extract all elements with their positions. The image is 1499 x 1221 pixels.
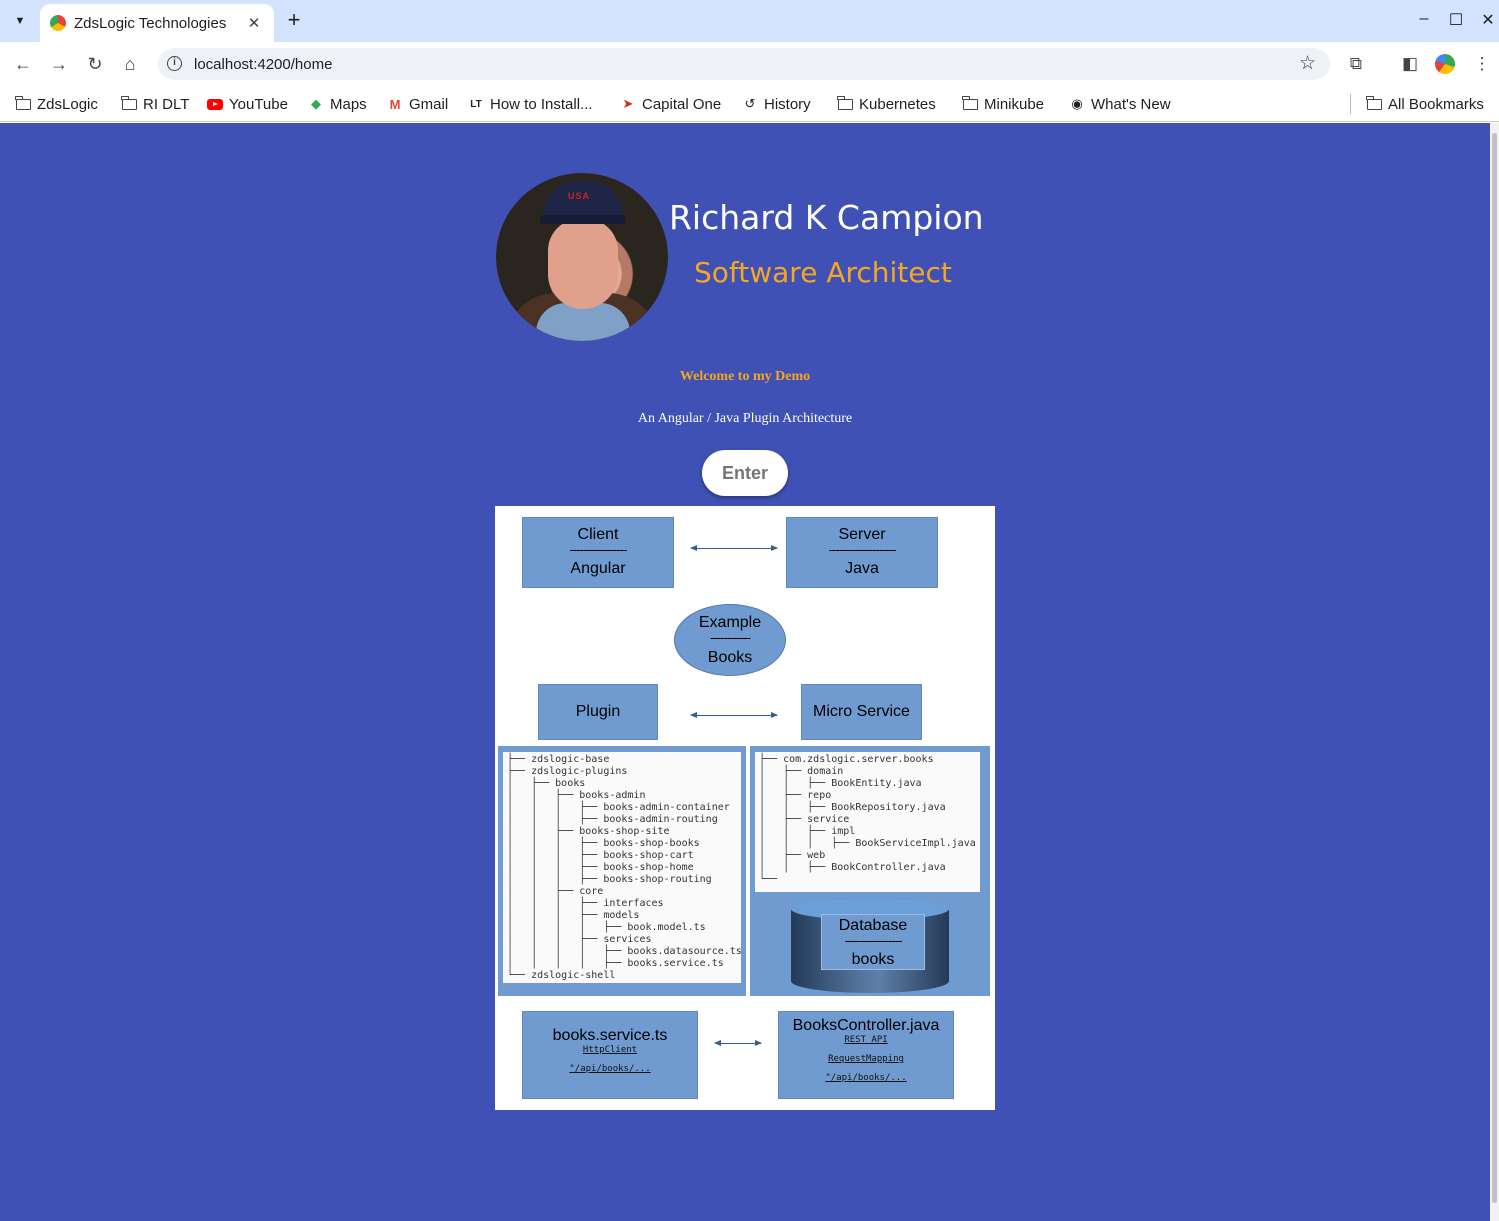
enter-button[interactable]: Enter — [702, 450, 788, 496]
folder-icon — [15, 95, 31, 110]
tab-active[interactable]: ZdsLogic Technologies ✕ — [40, 4, 274, 42]
http-arrow — [714, 1040, 762, 1046]
cap-text: USA — [568, 191, 591, 201]
bookmark-gmail[interactable]: M Gmail — [387, 93, 449, 115]
home-icon[interactable]: ⌂ — [118, 52, 142, 76]
server-box: Server -------------------- Java — [786, 517, 938, 588]
scrollbar-thumb[interactable] — [1492, 133, 1497, 1203]
site-info-icon[interactable]: i — [167, 56, 182, 71]
url-text[interactable]: localhost:4200/home — [194, 56, 332, 73]
plugin-box: Plugin — [538, 684, 658, 740]
folder-icon — [837, 95, 853, 110]
new-tab-icon[interactable]: + — [282, 9, 306, 33]
browser-toolbar: ← → ↻ ⌂ i localhost:4200/home ☆ ⧉ ◧ ⋮ — [0, 42, 1499, 86]
client-folder-tree: ├── zdslogic-base ├── zdslogic-plugins │… — [503, 752, 742, 983]
chrome-icon: ◉ — [1071, 96, 1083, 111]
maps-icon: ◆ — [311, 96, 321, 111]
subtitle-text: An Angular / Java Plugin Architecture — [637, 411, 853, 426]
database-label: Database ----------------- books — [821, 914, 925, 970]
avatar: USA — [496, 173, 668, 341]
bookmark-maps[interactable]: ◆ Maps — [308, 93, 367, 115]
bookmark-history[interactable]: ↺ History — [742, 93, 811, 115]
bookmark-capital-one[interactable]: ➤ Capital One — [620, 93, 722, 115]
bookmark-all-bookmarks[interactable]: All Bookmarks — [1366, 93, 1484, 115]
bookmark-kubernetes[interactable]: Kubernetes — [837, 93, 936, 115]
example-ellipse: Example ------------ Books — [674, 604, 786, 676]
youtube-icon — [207, 98, 223, 110]
author-role: Software Architect — [694, 256, 952, 289]
folder-icon — [962, 95, 978, 110]
window-close-icon[interactable]: ✕ — [1478, 10, 1498, 30]
bookmark-youtube[interactable]: YouTube — [207, 93, 288, 115]
folder-icon — [121, 95, 137, 110]
back-icon[interactable]: ← — [11, 52, 35, 76]
bookmark-how-to-install[interactable]: LT How to Install... — [468, 93, 592, 115]
maximize-icon[interactable]: ☐ — [1446, 10, 1466, 30]
welcome-text: Welcome to my Demo — [679, 369, 811, 384]
page-scrollbar[interactable] — [1490, 123, 1499, 1221]
reload-icon[interactable]: ↻ — [83, 52, 107, 76]
side-panel-icon[interactable]: ◧ — [1398, 52, 1422, 76]
forward-icon[interactable]: → — [47, 52, 71, 76]
site-favicon-icon — [50, 15, 66, 31]
tab-title: ZdsLogic Technologies — [74, 14, 227, 32]
architecture-diagram: Client ----------------- Angular Server … — [495, 506, 995, 1110]
author-name: Richard K Campion — [669, 198, 984, 237]
bookmark-star-icon[interactable]: ☆ — [1299, 52, 1316, 75]
folder-icon — [1366, 95, 1382, 110]
client-box: Client ----------------- Angular — [522, 517, 674, 588]
lt-icon: LT — [470, 98, 482, 110]
capital-one-icon: ➤ — [622, 96, 634, 111]
bookmarks-bar: ZdsLogic RI DLT YouTube ◆ Maps M Gmail LT H… — [0, 86, 1499, 122]
history-icon: ↺ — [744, 96, 756, 111]
server-code-box: BooksController.java REST API RequestMap… — [778, 1011, 954, 1099]
extensions-icon[interactable]: ⧉ — [1344, 52, 1368, 76]
plugin-microservice-arrow — [690, 712, 778, 718]
bookmarks-separator — [1350, 94, 1351, 114]
gmail-icon: M — [389, 96, 401, 112]
menu-kebab-icon[interactable]: ⋮ — [1470, 52, 1494, 76]
bookmark-whats-new[interactable]: ◉ What's New — [1069, 93, 1170, 115]
tab-strip: ▼ ZdsLogic Technologies ✕ + – ☐ ✕ — [0, 0, 1499, 42]
tab-close-icon[interactable]: ✕ — [244, 14, 264, 32]
bookmark-zdslogic[interactable]: ZdsLogic — [15, 93, 98, 115]
tab-search-icon[interactable]: ▼ — [8, 9, 32, 33]
micro-service-box: Micro Service — [801, 684, 922, 740]
client-server-arrow — [690, 545, 778, 551]
minimize-icon[interactable]: – — [1414, 10, 1434, 28]
bookmark-ri-dlt[interactable]: RI DLT — [121, 93, 189, 115]
page-content: USA Richard K Campion Software Architect… — [0, 123, 1490, 1221]
bookmark-minikube[interactable]: Minikube — [962, 93, 1044, 115]
client-code-box: books.service.ts HttpClient "/api/books/… — [522, 1011, 698, 1099]
server-package-tree: ├── com.zdslogic.server.books │ ├── doma… — [755, 752, 980, 892]
profile-icon[interactable] — [1435, 54, 1455, 74]
address-bar[interactable]: i localhost:4200/home ☆ — [158, 48, 1330, 80]
